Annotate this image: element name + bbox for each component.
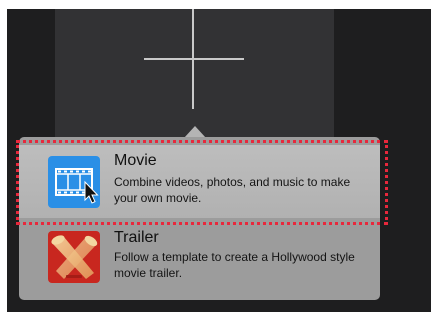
plus-icon-horizontal-bar [144, 58, 244, 60]
trailer-option[interactable]: Trailer Follow a template to create a Ho… [19, 223, 380, 296]
create-new-button[interactable] [55, 9, 334, 141]
trailer-option-title: Trailer [114, 229, 159, 246]
spotlights-icon [48, 231, 100, 283]
trailer-option-description: Follow a template to create a Hollywood … [114, 250, 355, 280]
app-window: Movie Combine videos, photos, and music … [7, 9, 431, 312]
movie-option-title: Movie [114, 152, 157, 169]
movie-option-description: Combine videos, photos, and music to mak… [114, 175, 351, 205]
movie-option[interactable]: Movie Combine videos, photos, and music … [19, 145, 380, 218]
project-type-popover: Movie Combine videos, photos, and music … [19, 137, 380, 300]
film-strip-icon [48, 156, 100, 208]
